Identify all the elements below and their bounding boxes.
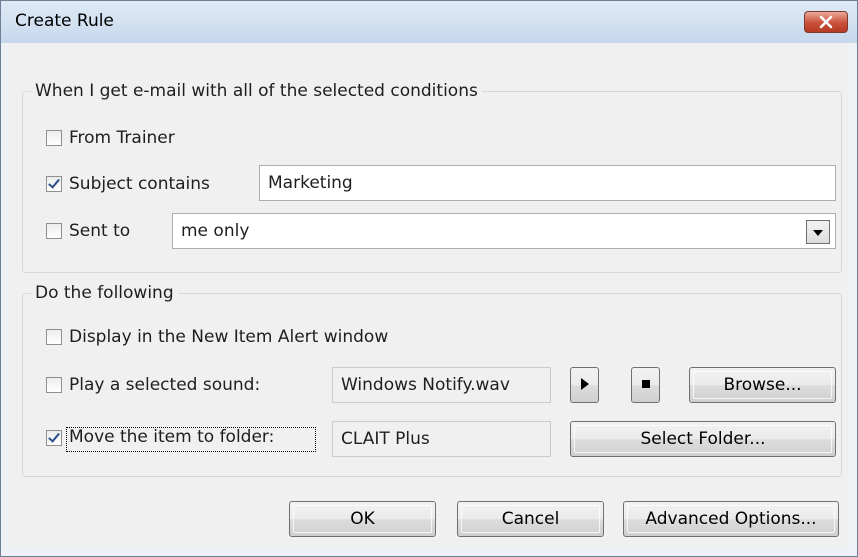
- advanced-options-button[interactable]: Advanced Options...: [623, 501, 839, 537]
- move-to-folder-checkbox[interactable]: [46, 430, 62, 446]
- sent-to-checkbox[interactable]: [46, 223, 62, 239]
- sound-file-field: Windows Notify.wav: [332, 367, 551, 403]
- play-sound-button[interactable]: [570, 367, 599, 403]
- from-trainer-label: From Trainer: [69, 128, 175, 148]
- move-to-folder-label: Move the item to folder:: [69, 427, 275, 447]
- stop-sound-button[interactable]: [631, 367, 660, 403]
- create-rule-dialog: Create Rule When I get e-mail with all o…: [0, 0, 858, 557]
- cancel-button[interactable]: Cancel: [457, 501, 604, 537]
- folder-field: CLAIT Plus: [332, 421, 551, 457]
- play-icon: [581, 378, 589, 390]
- from-trainer-checkbox[interactable]: [46, 130, 62, 146]
- conditions-legend: When I get e-mail with all of the select…: [35, 81, 478, 101]
- subject-contains-checkbox[interactable]: [46, 176, 62, 192]
- play-sound-label: Play a selected sound:: [69, 375, 261, 395]
- actions-legend: Do the following: [35, 283, 174, 303]
- close-icon: [819, 15, 833, 29]
- window-title: Create Rule: [15, 11, 114, 31]
- play-sound-checkbox[interactable]: [46, 377, 62, 393]
- browse-button[interactable]: Browse...: [689, 367, 836, 403]
- chevron-down-icon[interactable]: [806, 220, 830, 244]
- select-folder-button[interactable]: Select Folder...: [570, 421, 836, 457]
- stop-icon: [642, 380, 650, 388]
- subject-input[interactable]: Marketing: [259, 165, 836, 201]
- close-button[interactable]: [804, 11, 848, 33]
- sent-to-label: Sent to: [69, 221, 131, 241]
- new-item-alert-checkbox[interactable]: [46, 329, 62, 345]
- ok-button[interactable]: OK: [289, 501, 436, 537]
- sent-to-select[interactable]: me only: [172, 213, 836, 249]
- dialog-body: When I get e-mail with all of the select…: [9, 43, 849, 548]
- subject-contains-label: Subject contains: [69, 174, 210, 194]
- new-item-alert-label: Display in the New Item Alert window: [69, 327, 389, 347]
- title-bar[interactable]: Create Rule: [1, 1, 857, 43]
